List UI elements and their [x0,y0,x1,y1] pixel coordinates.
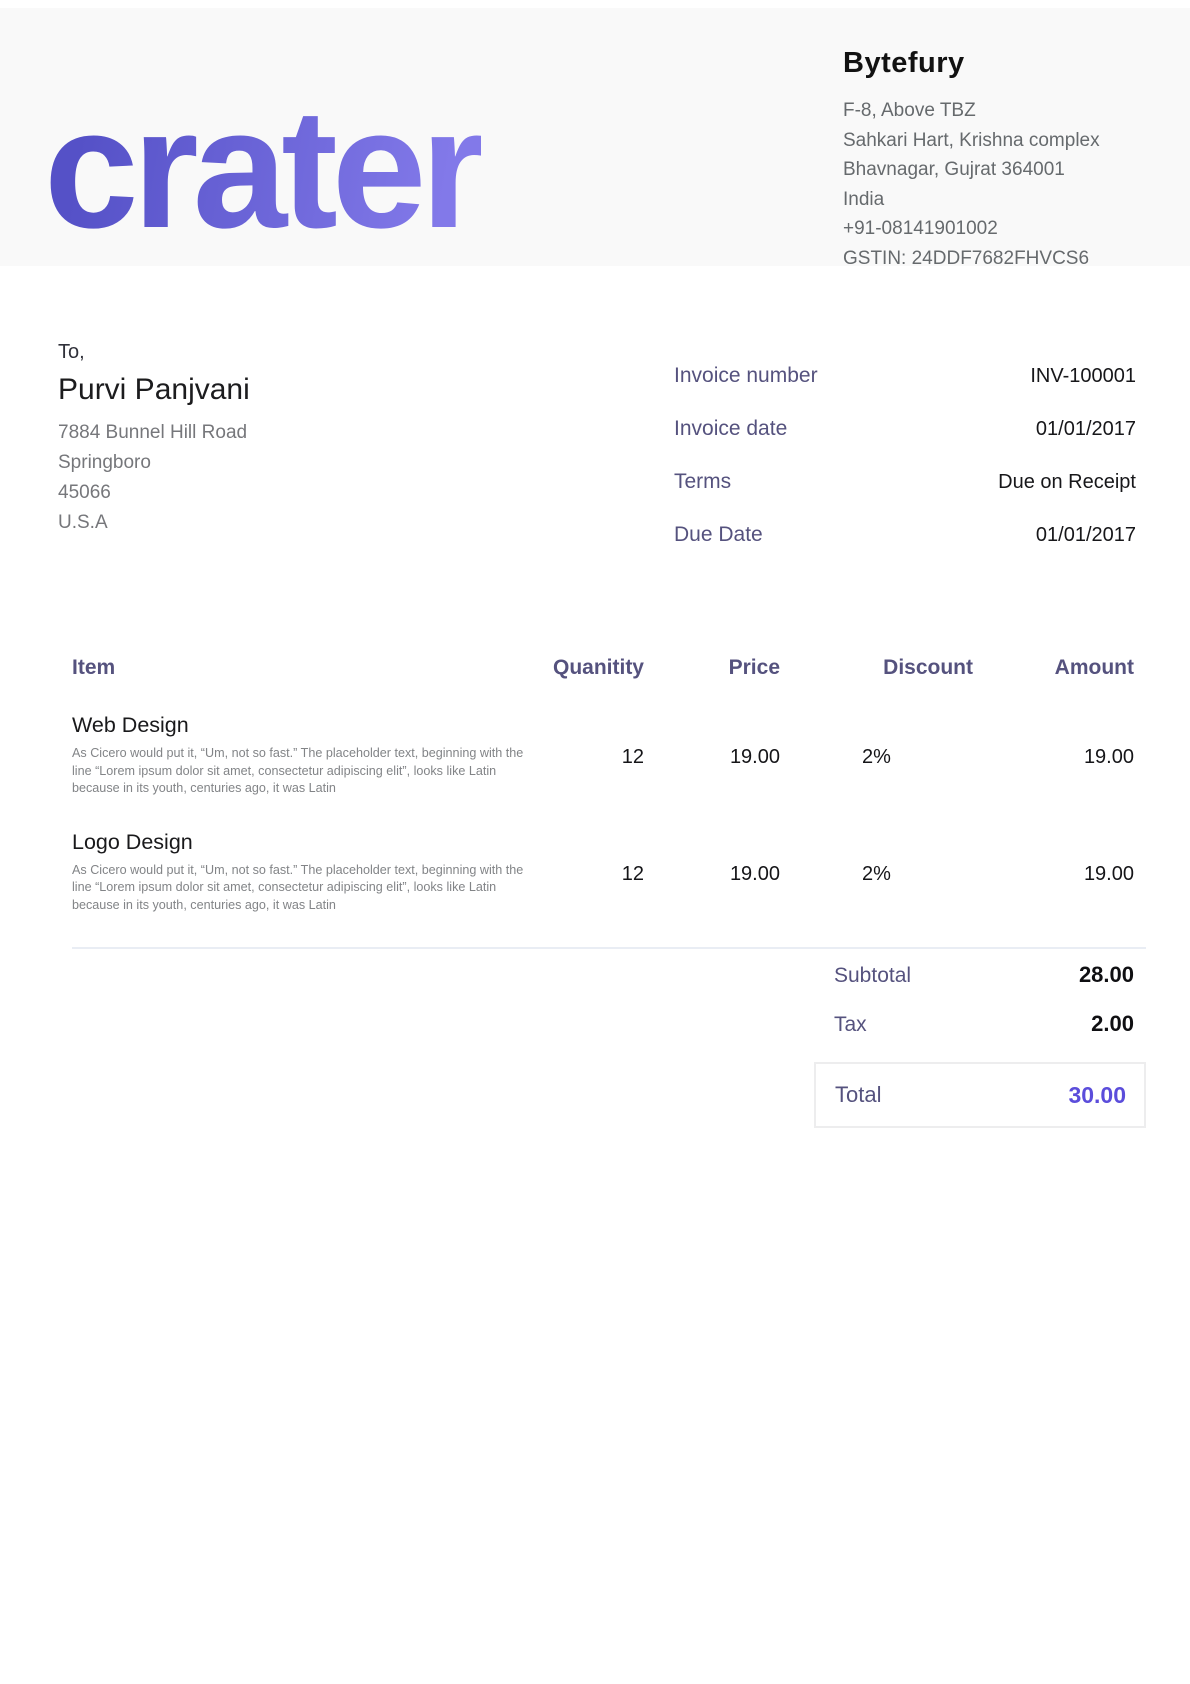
subtotal-label: Subtotal [834,964,911,988]
crater-logo: crater [44,84,481,254]
invoice-number-label: Invoice number [674,364,818,388]
bill-to-block: To, Purvi Panjvani 7884 Bunnel Hill Road… [58,340,250,538]
company-address-line: India [843,185,1100,215]
invoice-date-label: Invoice date [674,417,787,441]
items-table: Item Quanitity Price Discount Amount Web… [72,657,1134,949]
item-description: As Cicero would put it, “Um, not so fast… [72,745,530,798]
subtotal-row: Subtotal 28.00 [834,962,1134,988]
grand-total-value: 30.00 [1068,1082,1126,1109]
due-date-value: 01/01/2017 [1036,524,1136,547]
item-discount: 2% [780,830,973,915]
item-quantity: 12 [542,830,644,915]
company-name: Bytefury [843,46,1100,80]
terms-row: Terms Due on Receipt [674,470,1136,523]
item-cell: Logo Design As Cicero would put it, “Um,… [72,830,542,915]
subtotal-value: 28.00 [1079,962,1134,988]
header-band: crater Bytefury F-8, Above TBZ Sahkari H… [0,8,1190,266]
customer-address-line: U.S.A [58,508,250,538]
invoice-date-value: 01/01/2017 [1036,418,1136,441]
item-discount: 2% [780,713,973,798]
customer-name: Purvi Panjvani [58,372,250,408]
company-gstin: GSTIN: 24DDF7682FHVCS6 [843,244,1100,274]
invoice-number-value: INV-100001 [1030,365,1136,388]
customer-address: 7884 Bunnel Hill Road Springboro 45066 U… [58,418,250,538]
customer-address-line: 7884 Bunnel Hill Road [58,418,250,448]
column-header-discount: Discount [780,657,973,679]
due-date-label: Due Date [674,523,763,547]
tax-row: Tax 2.00 [834,1011,1134,1037]
item-name: Logo Design [72,830,542,854]
company-phone: +91-08141901002 [843,214,1100,244]
items-table-header: Item Quanitity Price Discount Amount [72,657,1134,679]
terms-value: Due on Receipt [998,471,1136,494]
customer-address-line: 45066 [58,478,250,508]
item-name: Web Design [72,713,542,737]
column-header-amount: Amount [973,657,1134,679]
item-amount: 19.00 [973,713,1134,798]
item-description: As Cicero would put it, “Um, not so fast… [72,862,530,915]
item-cell: Web Design As Cicero would put it, “Um, … [72,713,542,798]
table-row: Web Design As Cicero would put it, “Um, … [72,713,1134,798]
due-date-row: Due Date 01/01/2017 [674,523,1136,576]
column-header-item: Item [72,657,542,679]
company-address-line: Bhavnagar, Gujrat 364001 [843,155,1100,185]
company-address: F-8, Above TBZ Sahkari Hart, Krishna com… [843,96,1100,273]
terms-label: Terms [674,470,731,494]
table-row: Logo Design As Cicero would put it, “Um,… [72,830,1134,915]
invoice-date-row: Invoice date 01/01/2017 [674,417,1136,470]
company-block: Bytefury F-8, Above TBZ Sahkari Hart, Kr… [843,46,1100,273]
customer-address-line: Springboro [58,448,250,478]
tax-label: Tax [834,1013,867,1037]
company-address-line: Sahkari Hart, Krishna complex [843,126,1100,156]
totals-block: Subtotal 28.00 Tax 2.00 [834,962,1134,1060]
invoice-number-row: Invoice number INV-100001 [674,364,1136,417]
column-header-quantity: Quanitity [542,657,644,679]
grand-total-box: Total 30.00 [814,1062,1146,1128]
bill-to-label: To, [58,340,250,364]
invoice-page: crater Bytefury F-8, Above TBZ Sahkari H… [0,0,1190,1684]
tax-value: 2.00 [1091,1011,1134,1037]
company-address-line: F-8, Above TBZ [843,96,1100,126]
invoice-meta: Invoice number INV-100001 Invoice date 0… [674,364,1136,576]
item-amount: 19.00 [973,830,1134,915]
table-bottom-divider [72,947,1146,949]
item-price: 19.00 [644,713,780,798]
item-quantity: 12 [542,713,644,798]
item-price: 19.00 [644,830,780,915]
grand-total-label: Total [835,1082,881,1108]
column-header-price: Price [644,657,780,679]
